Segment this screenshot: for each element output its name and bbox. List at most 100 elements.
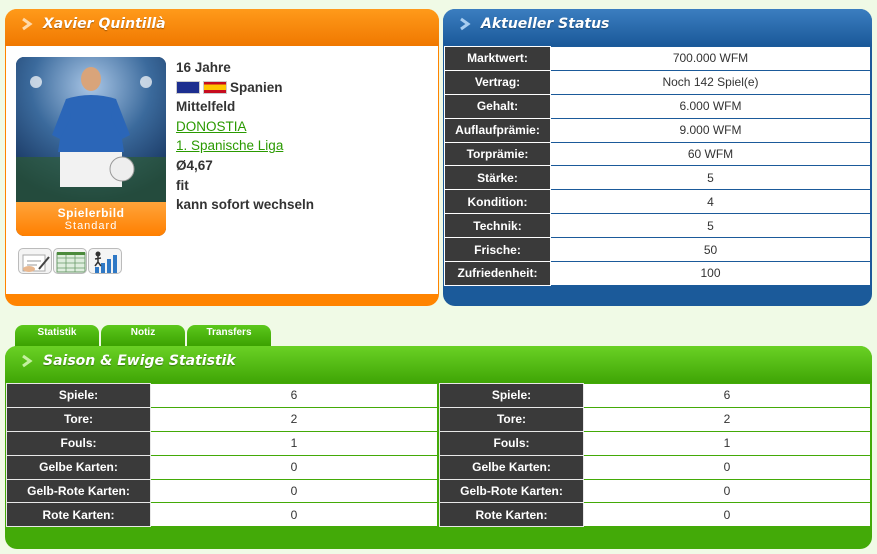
table-row: Gehalt: 6.000 WFM [444, 93, 871, 119]
status-value: 5 [550, 165, 871, 191]
status-panel-header: Aktueller Status [443, 9, 872, 46]
status-value: 6.000 WFM [550, 93, 871, 119]
table-row: Gelbe Karten: 0 [6, 454, 438, 480]
status-key: Technik: [444, 213, 551, 239]
status-key: Gehalt: [444, 93, 551, 119]
picture-label-subtitle: Standard [64, 220, 118, 232]
season-value: 0 [150, 502, 438, 528]
table-row: Gelbe Karten: 0 [439, 454, 871, 480]
table-row: Gelb-Rote Karten: 0 [6, 478, 438, 504]
table-row: Stärke: 5 [444, 165, 871, 191]
season-value: 1 [150, 430, 438, 456]
season-key: Gelbe Karten: [6, 454, 151, 480]
player-name: Xavier Quintillà [43, 16, 166, 32]
player-transfer-status: kann sofort wechseln [176, 197, 315, 213]
status-value: 100 [550, 261, 871, 286]
career-value: 6 [583, 383, 871, 408]
player-fitness: fit [176, 177, 189, 193]
table-row: Technik: 5 [444, 213, 871, 239]
status-key: Frische: [444, 237, 551, 263]
season-table: Spiele: 6 Tore: 2 Fouls: 1 Gelbe Karten: 0 G… [6, 383, 438, 528]
season-value: 0 [150, 478, 438, 504]
table-row: Auflaufprämie: 9.000 WFM [444, 117, 871, 143]
status-key: Torprämie: [444, 141, 551, 167]
season-key: Spiele: [6, 383, 151, 408]
australia-flag-icon [176, 80, 200, 94]
table-row: Zufriedenheit: 100 [444, 261, 871, 286]
table-row: Spiele: 6 [439, 383, 871, 408]
table-row: Tore: 2 [439, 406, 871, 432]
player-picture-label: Spielerbild Standard [16, 202, 166, 236]
season-value: 6 [150, 383, 438, 408]
player-panel-body: Spielerbild Standard 16 Jahre Spanien Mi… [6, 46, 438, 294]
league-link[interactable]: 1. Spanische Liga [176, 138, 283, 153]
career-key: Gelbe Karten: [439, 454, 584, 480]
chevron-right-icon [22, 354, 33, 368]
table-row: Frische: 50 [444, 237, 871, 263]
career-key: Rote Karten: [439, 502, 584, 528]
status-value: 5 [550, 213, 871, 239]
table-row: Spiele: 6 [6, 383, 438, 408]
tab-statistik[interactable]: Statistik [15, 325, 99, 347]
chevron-right-icon [460, 17, 471, 31]
player-picture-card[interactable]: Spielerbild Standard [16, 57, 166, 236]
status-key: Zufriedenheit: [444, 261, 551, 286]
status-key: Vertrag: [444, 69, 551, 95]
table-row: Gelb-Rote Karten: 0 [439, 478, 871, 504]
status-value: 9.000 WFM [550, 117, 871, 143]
season-key: Rote Karten: [6, 502, 151, 528]
picture-label-title: Spielerbild [57, 206, 125, 220]
status-key: Stärke: [444, 165, 551, 191]
table-row: Marktwert: 700.000 WFM [444, 46, 871, 71]
spain-flag-icon [203, 80, 227, 94]
player-nation-row: Spanien [176, 78, 426, 98]
tab-notiz[interactable]: Notiz [101, 325, 185, 347]
table-row: Rote Karten: 0 [6, 502, 438, 528]
season-title: Saison & Ewige Statistik [43, 353, 236, 369]
table-row: Fouls: 1 [6, 430, 438, 456]
player-photo [16, 57, 166, 202]
table-row: Kondition: 4 [444, 189, 871, 215]
career-value: 0 [583, 454, 871, 480]
player-action-icons [18, 248, 123, 274]
status-table: Marktwert: 700.000 WFM Vertrag: Noch 142 S… [444, 46, 871, 286]
player-nation: Spanien [230, 79, 283, 95]
player-position: Mittelfeld [176, 99, 236, 115]
status-value: 60 WFM [550, 141, 871, 167]
table-row: Vertrag: Noch 142 Spiel(e) [444, 69, 871, 95]
career-table: Spiele: 6 Tore: 2 Fouls: 1 Gelbe Karten: 0 G… [439, 383, 871, 528]
player-league-row: 1. Spanische Liga [176, 136, 426, 156]
career-key: Tore: [439, 406, 584, 432]
tab-transfers[interactable]: Transfers [187, 325, 271, 347]
season-table-body: Spiele: 6 Tore: 2 Fouls: 1 Gelbe Karten: 0 G… [6, 383, 438, 528]
career-key: Fouls: [439, 430, 584, 456]
contract-icon[interactable] [18, 248, 52, 274]
status-table-body: Marktwert: 700.000 WFM Vertrag: Noch 142 S… [444, 46, 871, 286]
stats-chart-icon[interactable] [88, 248, 122, 274]
season-key: Fouls: [6, 430, 151, 456]
player-rating: Ø4,67 [176, 157, 213, 173]
status-value: 700.000 WFM [550, 46, 871, 71]
season-panel: Saison & Ewige Statistik Spiele: 6 Tore: 2… [5, 346, 872, 549]
status-title: Aktueller Status [481, 16, 610, 32]
player-info: 16 Jahre Spanien Mittelfeld DONOSTIA 1. … [176, 58, 426, 215]
season-value: 0 [150, 454, 438, 480]
status-value: 4 [550, 189, 871, 215]
status-key: Marktwert: [444, 46, 551, 71]
table-row: Fouls: 1 [439, 430, 871, 456]
season-panel-header: Saison & Ewige Statistik [5, 346, 872, 383]
career-key: Gelb-Rote Karten: [439, 478, 584, 504]
status-value: Noch 142 Spiel(e) [550, 69, 871, 95]
player-panel: Xavier Quintillà Spielerbild Standard 16… [5, 9, 439, 306]
career-value: 0 [583, 478, 871, 504]
chevron-right-icon [22, 17, 33, 31]
career-key: Spiele: [439, 383, 584, 408]
club-link[interactable]: DONOSTIA [176, 119, 247, 134]
career-value: 0 [583, 502, 871, 528]
season-value: 2 [150, 406, 438, 432]
season-key: Gelb-Rote Karten: [6, 478, 151, 504]
player-panel-header: Xavier Quintillà [5, 9, 439, 46]
status-key: Auflaufprämie: [444, 117, 551, 143]
career-table-body: Spiele: 6 Tore: 2 Fouls: 1 Gelbe Karten: 0 G… [439, 383, 871, 528]
notepad-icon[interactable] [53, 248, 87, 274]
